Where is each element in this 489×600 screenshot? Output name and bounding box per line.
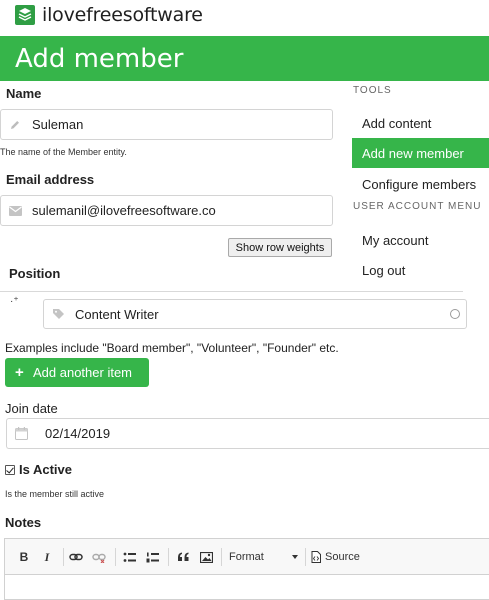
email-label: Email address — [6, 172, 95, 187]
image-icon[interactable] — [198, 549, 214, 565]
tag-icon — [52, 307, 66, 321]
join-date-label: Join date — [5, 401, 58, 416]
sidebar-item-add-content[interactable]: Add content — [352, 108, 489, 138]
books-logo-icon — [15, 5, 35, 25]
brand-name: ilovefreesoftware — [42, 4, 203, 26]
numbered-list-icon[interactable] — [144, 549, 160, 565]
unlink-icon[interactable] — [91, 549, 107, 565]
add-another-item-button[interactable]: + Add another item — [5, 358, 149, 387]
notes-label: Notes — [5, 515, 42, 530]
link-icon[interactable] — [68, 549, 84, 565]
editor-toolbar: B I Format Source — [5, 539, 489, 575]
format-dropdown-label: Format — [229, 551, 264, 563]
site-brand[interactable]: ilovefreesoftware — [14, 3, 203, 27]
bulleted-list-icon[interactable] — [121, 549, 137, 565]
toolbar-separator — [168, 548, 169, 566]
page-title: Add member — [15, 43, 184, 74]
blockquote-icon[interactable] — [175, 549, 191, 565]
email-value: sulemanil@ilovefreesoftware.co — [32, 203, 216, 218]
user-account-menu-heading: USER ACCOUNT MENU — [353, 201, 482, 212]
join-date-field[interactable]: 02/14/2019 — [6, 418, 489, 449]
sidebar-item-configure-members[interactable]: Configure members — [352, 169, 489, 199]
name-value: Suleman — [32, 117, 84, 132]
autocomplete-throbber-icon — [450, 309, 460, 319]
source-button-label: Source — [325, 551, 360, 563]
name-label: Name — [6, 86, 42, 101]
is-active-label[interactable]: Is Active — [19, 462, 72, 477]
bold-button[interactable]: B — [17, 549, 31, 565]
source-icon — [311, 551, 321, 563]
position-field[interactable]: Content Writer — [43, 299, 467, 329]
drag-handle-icon[interactable]: ·⁺ — [10, 297, 19, 307]
calendar-icon — [15, 426, 29, 441]
sidebar-item-my-account[interactable]: My account — [352, 225, 489, 255]
show-row-weights-button[interactable]: Show row weights — [228, 238, 332, 257]
envelope-icon — [8, 204, 22, 218]
tools-heading: TOOLS — [353, 85, 392, 96]
name-description: The name of the Member entity. — [0, 147, 127, 157]
sidebar-item-log-out[interactable]: Log out — [352, 255, 489, 285]
position-label: Position — [9, 266, 61, 281]
source-button[interactable]: Source — [311, 549, 363, 565]
plus-icon: + — [15, 364, 24, 381]
notes-editor[interactable]: B I Format Source — [4, 538, 489, 600]
position-table-divider — [0, 291, 463, 292]
is-active-checkbox[interactable] — [5, 464, 15, 475]
toolbar-separator — [221, 548, 222, 566]
page-title-bar: Add member — [0, 36, 489, 81]
format-dropdown[interactable]: Format — [229, 549, 301, 565]
toolbar-separator — [115, 548, 116, 566]
chevron-down-icon — [292, 555, 298, 559]
sidebar-item-add-new-member[interactable]: Add new member — [352, 138, 489, 168]
add-another-item-label: Add another item — [33, 365, 133, 380]
is-active-row: Is Active — [5, 462, 72, 477]
is-active-description: Is the member still active — [5, 489, 105, 499]
join-date-value: 02/14/2019 — [45, 426, 111, 441]
position-description: Examples include "Board member", "Volunt… — [5, 341, 339, 355]
pencil-icon — [8, 118, 22, 132]
email-field[interactable]: sulemanil@ilovefreesoftware.co — [0, 195, 333, 226]
italic-button[interactable]: I — [40, 549, 54, 565]
toolbar-separator — [63, 548, 64, 566]
toolbar-separator — [305, 548, 306, 566]
position-value: Content Writer — [75, 306, 159, 322]
name-field[interactable]: Suleman — [0, 109, 333, 140]
